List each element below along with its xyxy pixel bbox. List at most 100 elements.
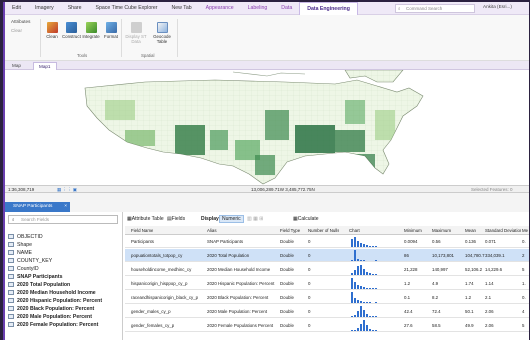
field-list-item[interactable]: CountyID bbox=[7, 265, 122, 273]
row-alias: 2020 Black Population: Percent bbox=[207, 295, 269, 300]
field-list-item[interactable]: OBJECTID bbox=[7, 233, 122, 241]
row-field-name: raceandhispanicorigin_black_cy_p bbox=[131, 295, 199, 300]
table-row[interactable]: gender_males_cy_p 2020 Male Population: P… bbox=[125, 305, 529, 318]
search-fields-input[interactable]: ⌕ Search Fields bbox=[8, 215, 118, 224]
snap-participants-tab[interactable]: SNAP Participants × bbox=[5, 202, 70, 212]
tab-new-tab[interactable]: New Tab bbox=[165, 2, 199, 15]
histogram-bar bbox=[351, 260, 353, 261]
user-account[interactable]: Ankita (Esri...) bbox=[483, 4, 512, 9]
row-median: 0. bbox=[522, 239, 526, 244]
field-list-item[interactable]: 2020 Hispanic Population: Percent bbox=[7, 297, 122, 305]
histogram-bar bbox=[372, 316, 374, 317]
tab-labeling[interactable]: Labeling bbox=[241, 2, 275, 15]
column-header-standard-deviation[interactable]: Standard Deviation bbox=[485, 226, 521, 235]
tab-map1[interactable]: Map1 bbox=[33, 62, 57, 70]
clear-button[interactable]: Clear bbox=[11, 28, 22, 33]
histogram-bar bbox=[369, 302, 371, 303]
field-list-item[interactable]: 2020 Total Population bbox=[7, 281, 122, 289]
field-list-item[interactable]: COUNTY_KEY bbox=[7, 257, 122, 265]
tab-edit[interactable]: Edit bbox=[5, 2, 28, 15]
histogram-bar bbox=[375, 316, 377, 317]
distribution-chart[interactable] bbox=[349, 292, 399, 303]
field-list-item[interactable]: 2020 Black Population: Percent bbox=[7, 305, 122, 313]
column-header-field-type[interactable]: Field Type bbox=[280, 226, 300, 235]
attributes-button[interactable]: Attributes bbox=[11, 19, 30, 24]
numeric-toggle[interactable]: Numeric bbox=[219, 215, 244, 223]
tab-appearance[interactable]: Appearance bbox=[199, 2, 241, 15]
histogram-bar bbox=[369, 273, 371, 275]
distribution-chart[interactable] bbox=[349, 320, 399, 331]
tab-data[interactable]: Data bbox=[274, 2, 299, 15]
fields-button[interactable]: ▤ Fields bbox=[167, 214, 185, 224]
field-list-item[interactable]: Shape bbox=[7, 241, 122, 249]
table-row[interactable]: gender_females_cy_p 2020 Female Populatio… bbox=[125, 319, 529, 332]
clean-button[interactable]: Clean bbox=[43, 22, 61, 39]
row-standard-deviation: 2.1 bbox=[485, 295, 492, 300]
chart-tools-icon[interactable]: ▥ ▦ ⊞ bbox=[247, 214, 263, 224]
map-view[interactable] bbox=[5, 70, 529, 185]
distribution-chart[interactable] bbox=[349, 236, 399, 247]
clean-label: Clean bbox=[46, 34, 58, 39]
histogram-bar bbox=[360, 286, 362, 289]
column-header-field-name[interactable]: Field Name bbox=[131, 226, 153, 235]
row-number-of-nulls: 0 bbox=[308, 267, 311, 272]
tab-data-engineering[interactable]: Data Engineering bbox=[299, 2, 358, 15]
table-row[interactable]: Participants SNAP Participants Double 0 0.00… bbox=[125, 235, 529, 248]
close-icon[interactable]: × bbox=[64, 202, 67, 212]
table-row[interactable]: householdincome_medhinc_cy 2020 Median Ho… bbox=[125, 263, 529, 276]
display-st-data-button[interactable]: Display ST Data bbox=[125, 22, 147, 44]
map-tools-icon[interactable]: ▦ ⋮⋮ ▣ bbox=[57, 186, 77, 193]
distribution-chart[interactable] bbox=[349, 250, 399, 261]
field-list-item[interactable]: 2020 Female Population: Percent bbox=[7, 321, 122, 329]
histogram-bar bbox=[351, 292, 353, 303]
table-row[interactable]: popuationtotals_totpop_cy 2020 Total Popu… bbox=[125, 249, 529, 262]
tab-map[interactable]: Map bbox=[7, 62, 26, 70]
column-header-median[interactable]: Me bbox=[522, 226, 529, 235]
format-button[interactable]: Format bbox=[102, 22, 120, 39]
row-number-of-nulls: 0 bbox=[308, 309, 311, 314]
tab-share[interactable]: Share bbox=[61, 2, 89, 15]
integrate-button[interactable]: Integrate bbox=[82, 22, 100, 39]
row-number-of-nulls: 0 bbox=[308, 253, 311, 258]
distribution-chart[interactable] bbox=[349, 264, 399, 275]
search-icon: ⌕ bbox=[12, 217, 15, 222]
column-header-number-of-nulls[interactable]: Number of Nulls bbox=[308, 226, 339, 235]
row-field-name: popuationtotals_totpop_cy bbox=[131, 253, 183, 258]
field-list-item-label: 2020 Female Population: Percent bbox=[17, 322, 99, 328]
integrate-label: Integrate bbox=[82, 34, 100, 39]
histogram-bar bbox=[369, 246, 371, 247]
column-header-mean[interactable]: Mean bbox=[465, 226, 476, 235]
map-coordinates: 13,006,289.71W 3,485,772.75N bbox=[251, 187, 315, 192]
format-icon bbox=[105, 22, 117, 33]
column-header-maximum[interactable]: Maximum bbox=[432, 226, 451, 235]
row-number-of-nulls: 0 bbox=[308, 323, 311, 328]
table-row[interactable]: hispanicorigin_hisppop_cy_p 2020 Hispanic… bbox=[125, 277, 529, 290]
field-list-item[interactable]: 2020 Male Population: Percent bbox=[7, 313, 122, 321]
row-field-name: gender_females_cy_p bbox=[131, 323, 175, 328]
distribution-chart[interactable] bbox=[349, 306, 399, 317]
distribution-chart[interactable] bbox=[349, 278, 399, 289]
field-list-item[interactable]: NAME bbox=[7, 249, 122, 257]
row-standard-deviation: 2.06 bbox=[485, 309, 494, 314]
tab-imagery[interactable]: Imagery bbox=[28, 2, 61, 15]
attribute-table-button[interactable]: ▦ Attribute Table bbox=[127, 214, 164, 224]
map-view-tabs: Map Map1 bbox=[5, 61, 529, 70]
table-row[interactable]: raceandhispanicorigin_black_cy_p 2020 Bla… bbox=[125, 291, 529, 304]
geocode-table-icon bbox=[156, 22, 168, 33]
tab-space-time-cube-explorer[interactable]: Space Time Cube Explorer bbox=[89, 2, 165, 15]
field-list-item[interactable]: 2020 Median Household Income bbox=[7, 289, 122, 297]
column-header-chart[interactable]: Chart bbox=[349, 226, 360, 235]
geocode-table-button[interactable]: Geocode Table bbox=[151, 22, 173, 44]
command-search-input[interactable]: ⌕ Command Search bbox=[395, 4, 475, 13]
field-list-item[interactable]: SNAP Participants bbox=[7, 273, 122, 281]
histogram-bar bbox=[354, 315, 356, 317]
column-header-alias[interactable]: Alias bbox=[207, 226, 217, 235]
map-scale-field[interactable]: 1:36,308,719 bbox=[8, 186, 34, 193]
field-list: OBJECTID Shape NAME COUNTY_KEY CountyID SNAP … bbox=[7, 233, 122, 329]
calculate-button[interactable]: ▦ Calculate bbox=[293, 214, 319, 224]
row-minimum: 42.4 bbox=[404, 309, 413, 314]
histogram-bar bbox=[366, 325, 368, 331]
row-alias: 2020 Total Population bbox=[207, 253, 250, 258]
construct-button[interactable]: Construct bbox=[62, 22, 81, 39]
column-header-minimum[interactable]: Minimum bbox=[404, 226, 422, 235]
